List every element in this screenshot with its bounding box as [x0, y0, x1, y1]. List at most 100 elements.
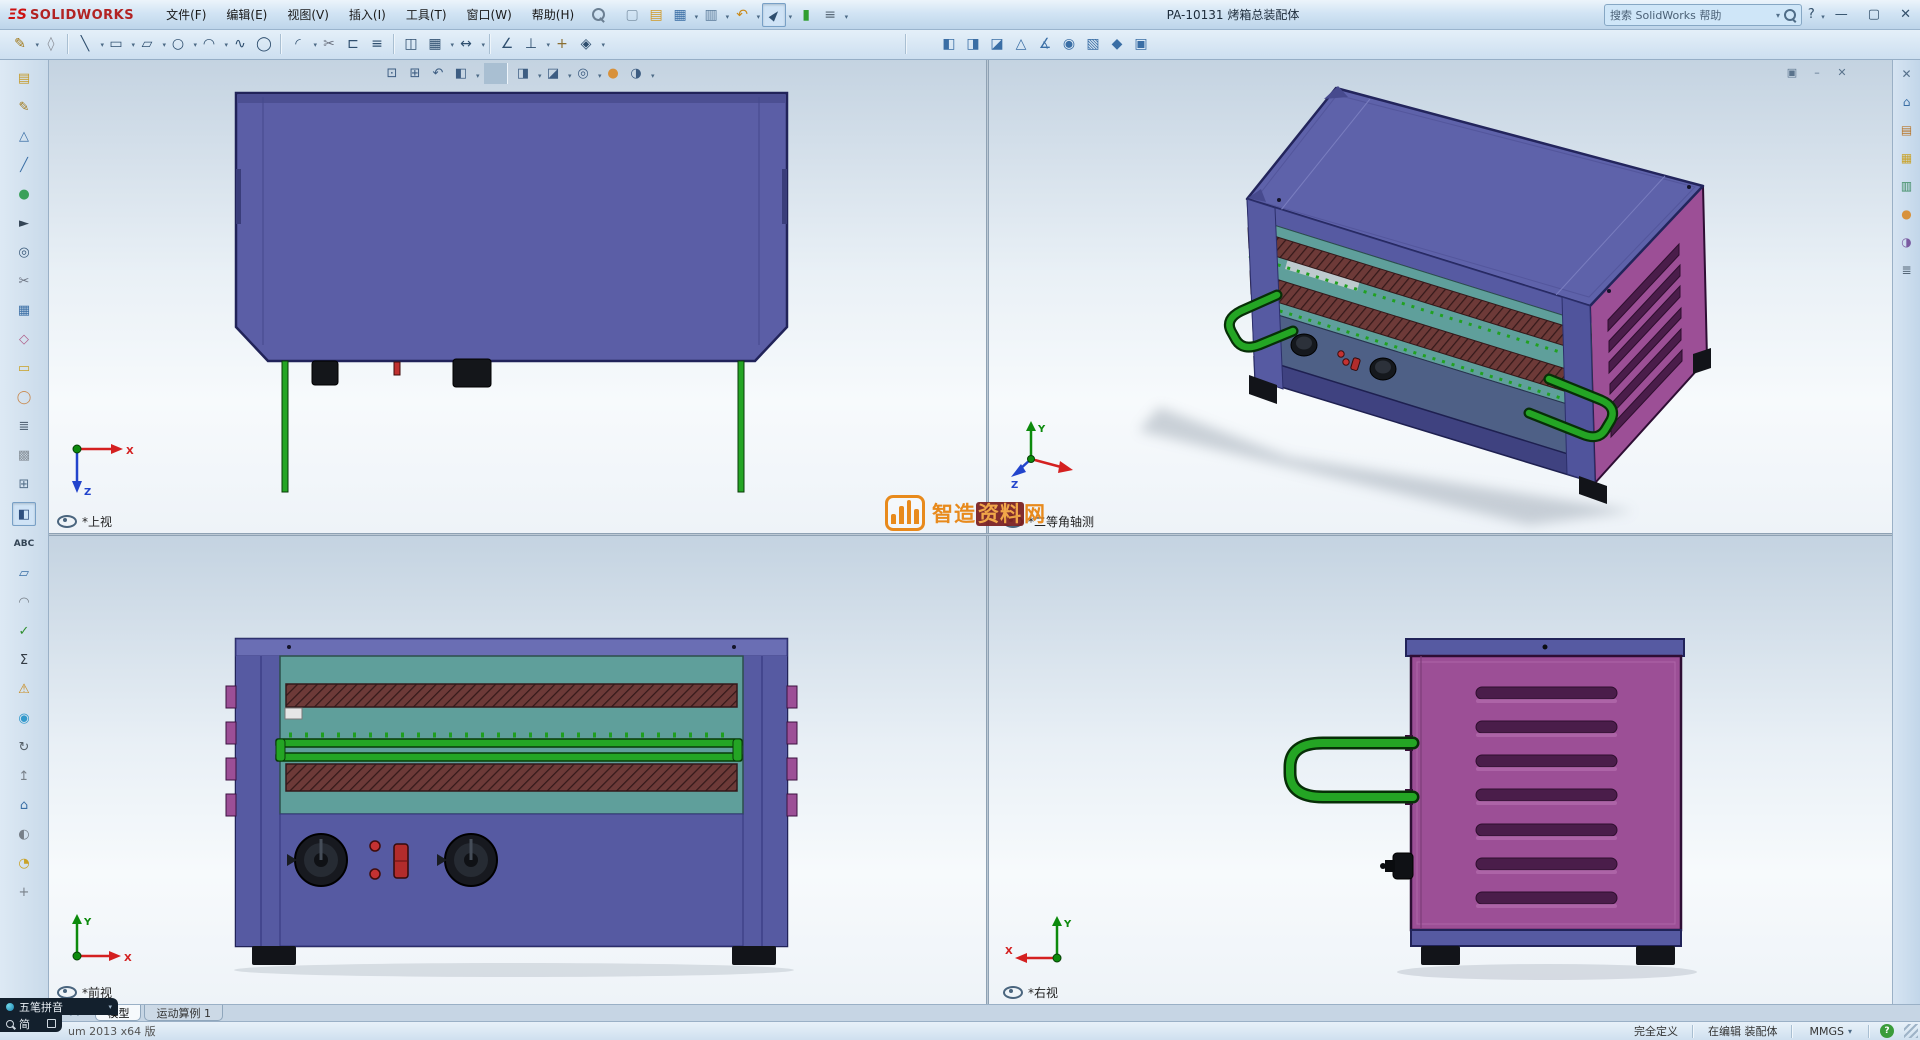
design-library-icon[interactable]: ▤	[1898, 121, 1916, 139]
units-selector[interactable]: MMGS ▾	[1793, 1025, 1868, 1038]
window-tile-icon[interactable]: ▣	[1784, 64, 1800, 80]
change-transparency-icon[interactable]: ◨	[961, 32, 985, 56]
ellipse-icon[interactable]: ◯	[252, 32, 276, 56]
resources-home-icon[interactable]: ⌂	[1898, 93, 1916, 111]
oven-feet[interactable]	[1421, 946, 1675, 965]
measure-icon[interactable]: ∡	[1033, 32, 1057, 56]
dof-icon[interactable]: +	[13, 881, 35, 903]
ime-options-chevron-icon[interactable]: ▾	[108, 1003, 112, 1011]
save-icon[interactable]: ▦	[669, 4, 699, 26]
control-panel-front[interactable]	[279, 813, 744, 947]
draft-icon[interactable]: ◠	[13, 591, 35, 613]
grid-icon[interactable]: ▩	[13, 444, 35, 466]
convert-entities-icon[interactable]: ⊏	[341, 32, 365, 56]
window-minimize-icon[interactable]: –	[1809, 64, 1825, 80]
scenes-icon[interactable]: ◑	[1898, 233, 1916, 251]
section-view-icon[interactable]: ◧	[450, 63, 480, 84]
menu-insert[interactable]: 插入(I)	[339, 2, 396, 27]
insert-part-icon[interactable]: ⊞	[13, 473, 35, 495]
oven-top-face[interactable]	[234, 91, 789, 363]
tab-motion-study[interactable]: 运动算例 1	[144, 1005, 223, 1021]
search-scope-chevron-icon[interactable]: ▾	[1776, 11, 1780, 20]
repair-sketch-icon[interactable]: +	[550, 32, 574, 56]
eraser-icon[interactable]: ◊	[39, 32, 63, 56]
close-taskpane-icon[interactable]: ✕	[1898, 65, 1916, 83]
search-icon[interactable]	[1784, 9, 1796, 21]
open-document-icon[interactable]: ▤	[13, 67, 35, 89]
trim-icon[interactable]: ✂	[317, 32, 341, 56]
bom-icon[interactable]: ≣	[13, 415, 35, 437]
spline-icon[interactable]: ∿	[228, 32, 252, 56]
oven-bottom-strip[interactable]	[1410, 929, 1682, 947]
home-icon[interactable]: ⌂	[13, 794, 35, 816]
menu-tools[interactable]: 工具(T)	[396, 2, 457, 27]
line-icon[interactable]: ╲	[73, 32, 104, 56]
balloon-icon[interactable]: ◯	[13, 386, 35, 408]
custom-properties-icon[interactable]: ≣	[1898, 261, 1916, 279]
ime-fullwidth-icon[interactable]	[47, 1019, 56, 1028]
select-icon[interactable]: ►	[762, 2, 792, 27]
ime-mode-bar[interactable]: 简	[0, 1015, 62, 1032]
select-tool-icon[interactable]: ►	[13, 212, 35, 234]
ime-search-icon[interactable]	[6, 1019, 14, 1028]
smart-dimension-icon[interactable]: ∠	[495, 32, 519, 56]
design-check-icon[interactable]: ✓	[13, 620, 35, 642]
ime-language-bar[interactable]: 五笔拼音 ▾	[0, 998, 118, 1015]
exploded-view-icon[interactable]: ◆	[1105, 32, 1129, 56]
window-close-icon[interactable]: ✕	[1834, 64, 1850, 80]
lights-icon[interactable]: ◔	[13, 852, 35, 874]
interference-detection-icon[interactable]: ▣	[1129, 32, 1153, 56]
resize-grip[interactable]	[1904, 1024, 1918, 1038]
edit-appearance-icon[interactable]: ●	[602, 63, 625, 84]
sketch-icon[interactable]: ✎	[8, 32, 39, 56]
hide-show-components-icon[interactable]: ◧	[937, 32, 961, 56]
equations-icon[interactable]: Σ	[13, 649, 35, 671]
offset-entities-icon[interactable]: ≡	[365, 32, 389, 56]
menu-file[interactable]: 文件(F)	[156, 2, 216, 27]
status-help-icon[interactable]: ?	[1880, 1024, 1894, 1038]
help-button[interactable]: ?	[1805, 5, 1825, 24]
arc-icon[interactable]: ◠	[197, 32, 228, 56]
fillet-icon[interactable]: ◜	[286, 32, 317, 56]
move-entities-icon[interactable]: ↔	[454, 32, 485, 56]
top-view-canvas[interactable]	[49, 59, 986, 533]
zoom-area-icon[interactable]: ⊞	[404, 63, 427, 84]
sketch-tool-icon[interactable]: ✎	[13, 96, 35, 118]
pin-menu-icon[interactable]	[592, 8, 606, 21]
wire-rack-handle-side[interactable]	[1283, 735, 1420, 805]
view-settings-icon[interactable]: ◑	[625, 63, 654, 84]
new-file-icon[interactable]: ▢	[621, 4, 643, 26]
oven-top-strip[interactable]	[1405, 638, 1685, 657]
smart-fastener-icon[interactable]: ◇	[13, 328, 35, 350]
mass-properties-icon[interactable]: ◉	[1057, 32, 1081, 56]
previous-view-icon[interactable]: ↶	[427, 63, 450, 84]
isometric-view-canvas[interactable]	[989, 59, 1892, 533]
section-view-icon[interactable]: ◧	[12, 502, 36, 526]
print-icon[interactable]: ▥	[700, 4, 730, 26]
display-style-icon[interactable]: ◪	[542, 63, 572, 84]
maximize-button[interactable]: ▢	[1865, 5, 1883, 24]
viewport-splitter-vertical[interactable]	[986, 59, 989, 1004]
close-button[interactable]: ✕	[1897, 5, 1914, 24]
zoom-fit-icon[interactable]: ⊡	[381, 63, 404, 84]
display-relations-icon[interactable]: ⊥	[519, 32, 550, 56]
menu-view[interactable]: 视图(V)	[277, 2, 339, 27]
front-knobs-from-top[interactable]	[311, 358, 492, 388]
note-icon[interactable]: ▭	[13, 357, 35, 379]
rectangle-icon[interactable]: ▭	[104, 32, 135, 56]
section-view-icon[interactable]: ◪	[985, 32, 1009, 56]
surface-icon[interactable]: ▱	[13, 562, 35, 584]
assembly-visualization-icon[interactable]: ▧	[1081, 32, 1105, 56]
menu-window[interactable]: 窗口(W)	[457, 2, 522, 27]
open-file-icon[interactable]: ▤	[645, 4, 667, 26]
info-icon[interactable]: ◉	[13, 707, 35, 729]
view-orientation-icon[interactable]: ◨	[512, 63, 542, 84]
undo-icon[interactable]: ↶	[731, 4, 760, 26]
menu-help[interactable]: 帮助(H)	[522, 2, 584, 27]
errors-icon[interactable]: ⚠	[13, 678, 35, 700]
rotate-view-icon[interactable]: ↻	[13, 736, 35, 758]
wire-handles-from-top[interactable]	[281, 360, 745, 493]
front-view-canvas[interactable]	[49, 536, 986, 1004]
export-icon[interactable]: ↥	[13, 765, 35, 787]
mirror-icon[interactable]: ◫	[399, 32, 423, 56]
